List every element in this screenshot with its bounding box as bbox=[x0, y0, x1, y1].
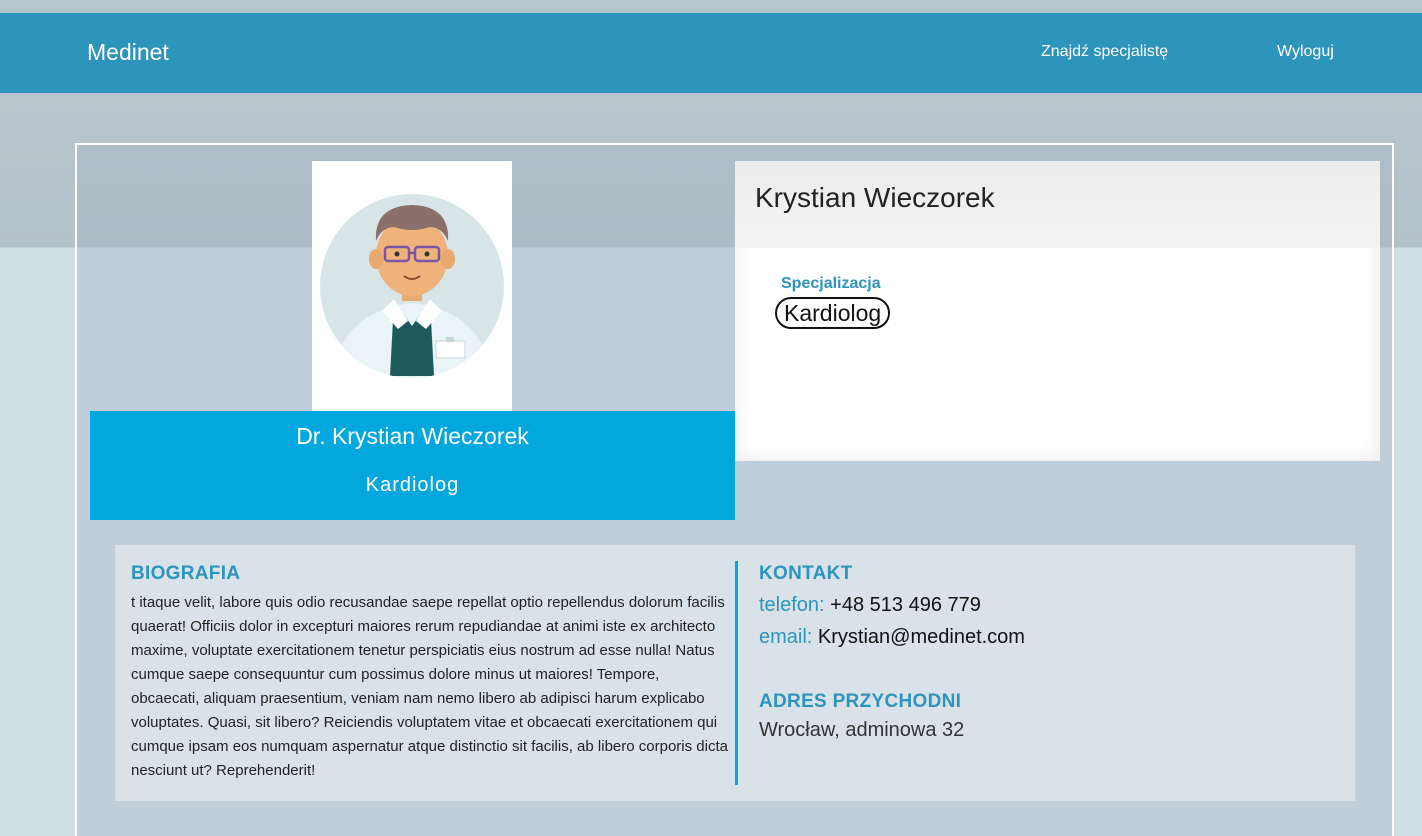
phone-value[interactable]: +48 513 496 779 bbox=[830, 594, 981, 616]
nav-find-specialist-link[interactable]: Znajdź specjalistę bbox=[1041, 43, 1168, 61]
contact-title: KONTAKT bbox=[759, 563, 853, 584]
doctor-avatar-icon bbox=[320, 194, 504, 378]
biography-column: BIOGRAFIA t itaque velit, labore quis od… bbox=[131, 563, 731, 783]
details-section: BIOGRAFIA t itaque velit, labore quis od… bbox=[115, 545, 1355, 801]
contact-column: KONTAKT telefon: +48 513 496 779 email: … bbox=[759, 563, 1319, 742]
address-title: ADRES PRZYCHODNI bbox=[759, 691, 962, 712]
specialization-label: Specjalizacja bbox=[781, 275, 881, 292]
doctor-name-card: Dr. Krystian Wieczorek Kardiolog bbox=[90, 411, 735, 520]
biography-title: BIOGRAFIA bbox=[131, 563, 241, 584]
address-value: Wrocław, adminowa 32 bbox=[759, 719, 965, 741]
biography-text: t itaque velit, labore quis odio recusan… bbox=[131, 594, 728, 779]
phone-row: telefon: +48 513 496 779 bbox=[759, 589, 1319, 621]
email-value[interactable]: Krystian@medinet.com bbox=[818, 626, 1025, 648]
doctor-full-name: Dr. Krystian Wieczorek bbox=[296, 423, 529, 449]
info-panel-name: Krystian Wieczorek bbox=[755, 182, 995, 213]
specialization-badge: Kardiolog bbox=[775, 297, 891, 329]
email-label: email: bbox=[759, 626, 813, 648]
column-divider bbox=[735, 561, 738, 785]
navbar: Medinet Znajdź specjalistę Wyloguj bbox=[0, 13, 1422, 93]
doctor-info-panel: Krystian Wieczorek Specjalizacja Kardiol… bbox=[735, 161, 1380, 461]
doctor-specialization: Kardiolog bbox=[365, 474, 460, 496]
email-row: email: Krystian@medinet.com bbox=[759, 621, 1319, 653]
doctor-photo bbox=[312, 161, 512, 411]
top-strip bbox=[0, 0, 1422, 13]
phone-label: telefon: bbox=[759, 594, 825, 616]
brand-logo-link[interactable]: Medinet bbox=[87, 39, 169, 66]
nav-logout-link[interactable]: Wyloguj bbox=[1277, 43, 1334, 61]
